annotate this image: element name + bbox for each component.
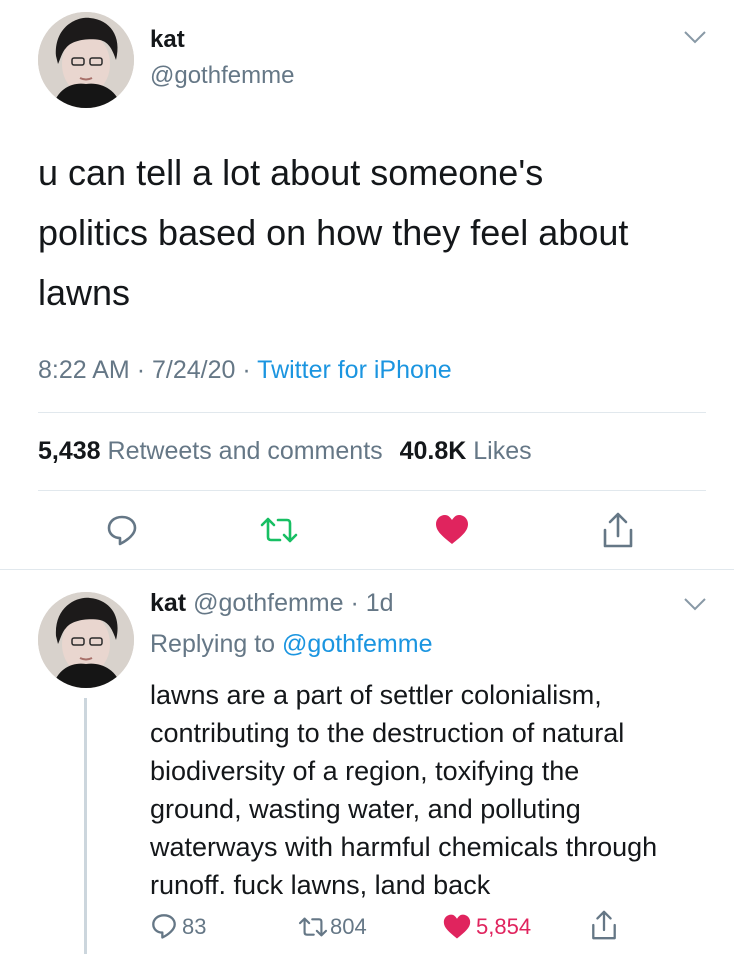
tweet-text: u can tell a lot about someone's politic… bbox=[38, 143, 628, 323]
replying-to: Replying to @gothfemme bbox=[150, 630, 432, 659]
thread-line bbox=[84, 698, 87, 954]
chevron-down-icon[interactable] bbox=[683, 30, 707, 49]
reply-text-line: biodiversity of a region, toxifying the bbox=[150, 756, 580, 786]
reply-header: kat @gothfemme · 1d bbox=[150, 589, 394, 618]
retweet-icon[interactable] bbox=[258, 513, 300, 547]
tweet-text-line: lawns bbox=[38, 272, 131, 313]
reply-icon[interactable] bbox=[150, 912, 178, 940]
reply-text: lawns are a part of settler colonialism,… bbox=[150, 676, 657, 904]
reply-avatar[interactable] bbox=[38, 592, 134, 688]
retweets-label: Retweets and comments bbox=[107, 437, 383, 465]
heart-icon[interactable] bbox=[434, 513, 470, 547]
reply-icon[interactable] bbox=[105, 513, 139, 547]
replying-to-handle[interactable]: @gothfemme bbox=[282, 630, 432, 658]
meta-separator: · bbox=[242, 356, 258, 384]
reply-count: 83 bbox=[182, 914, 207, 939]
tweet-stats: 5,438 Retweets and comments 40.8K Likes bbox=[38, 437, 532, 466]
avatar[interactable] bbox=[38, 12, 134, 108]
retweets-stat[interactable]: 5,438 Retweets and comments bbox=[38, 437, 390, 465]
tweet-time[interactable]: 8:22 AM bbox=[38, 356, 130, 384]
retweet-icon[interactable] bbox=[296, 914, 330, 940]
share-icon[interactable] bbox=[601, 510, 635, 550]
tweet-meta: 8:22 AM · 7/24/20 · Twitter for iPhone bbox=[38, 356, 452, 385]
tweet-text-line: u can tell a lot about someone's bbox=[38, 152, 544, 193]
like-count: 5,854 bbox=[476, 914, 532, 939]
retweet-count: 804 bbox=[330, 914, 367, 939]
section-divider bbox=[0, 569, 734, 570]
avatar-image bbox=[38, 592, 134, 688]
retweets-count: 5,438 bbox=[38, 437, 101, 465]
chevron-down-icon[interactable] bbox=[683, 597, 707, 616]
reply-age[interactable]: 1d bbox=[366, 589, 394, 617]
reply-text-line: lawns are a part of settler colonialism, bbox=[150, 680, 602, 710]
author-name[interactable]: kat bbox=[150, 26, 185, 54]
divider bbox=[38, 412, 706, 413]
likes-stat[interactable]: 40.8K Likes bbox=[400, 437, 532, 465]
tweet-date[interactable]: 7/24/20 bbox=[152, 356, 235, 384]
share-icon[interactable] bbox=[590, 908, 618, 942]
avatar-image bbox=[38, 12, 134, 108]
meta-separator: · bbox=[136, 356, 152, 384]
likes-count: 40.8K bbox=[399, 437, 467, 465]
reply-text-line: contributing to the destruction of natur… bbox=[150, 718, 625, 748]
meta-separator: · bbox=[343, 589, 366, 617]
reply-author-handle[interactable]: @gothfemme bbox=[193, 589, 343, 617]
tweet-text-line: politics based on how they feel about bbox=[38, 212, 629, 253]
reply-text-line: runoff. fuck lawns, land back bbox=[150, 870, 491, 900]
reply-text-line: waterways with harmful chemicals through bbox=[150, 832, 658, 862]
replying-to-label: Replying to bbox=[150, 630, 276, 658]
author-handle[interactable]: @gothfemme bbox=[150, 62, 294, 90]
likes-label: Likes bbox=[473, 437, 532, 465]
reply-author-name[interactable]: kat bbox=[150, 589, 186, 617]
tweet-source-link[interactable]: Twitter for iPhone bbox=[257, 356, 452, 384]
reply-text-line: ground, wasting water, and polluting bbox=[150, 794, 581, 824]
heart-icon[interactable] bbox=[442, 913, 472, 941]
divider bbox=[38, 490, 706, 491]
